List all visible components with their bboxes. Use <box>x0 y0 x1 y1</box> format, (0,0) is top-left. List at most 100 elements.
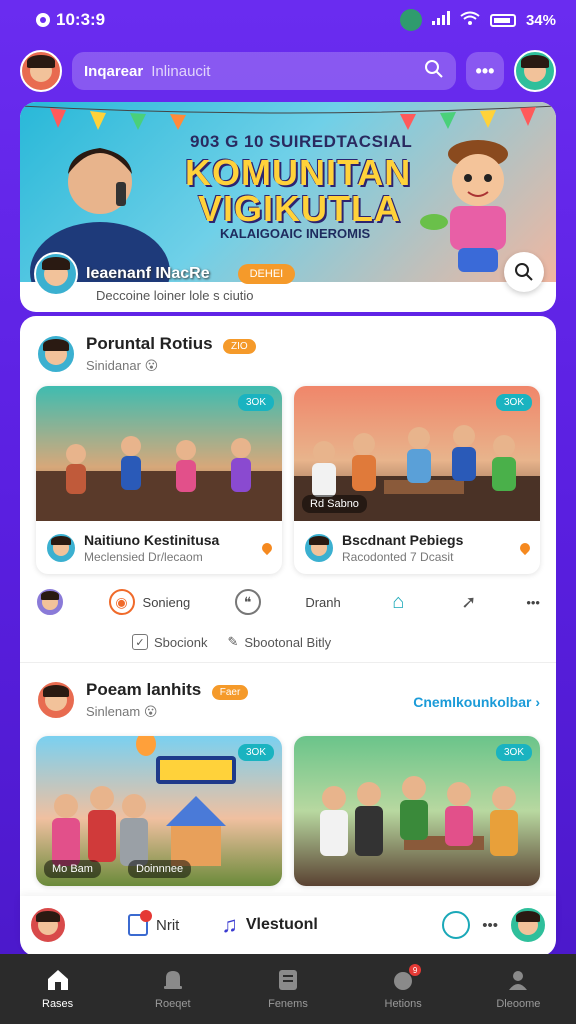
location-icon <box>36 13 50 27</box>
wifi-icon <box>460 11 480 29</box>
home-icon <box>47 970 68 990</box>
hero-title-line1: 903 G 10 SUIREDTACSIAL <box>190 132 413 151</box>
profile-icon <box>509 971 528 990</box>
tile-tag: 3OK <box>237 394 274 411</box>
more-icon: ••• <box>475 60 495 81</box>
screen-icon: ⌂ <box>392 590 405 613</box>
search-icon <box>515 263 533 281</box>
checkbox-icon: ✓ <box>132 634 148 650</box>
share-icon: ➚ <box>461 591 477 612</box>
post-title: Poeam lanhits <box>86 680 202 699</box>
tile-tag: 3OK <box>495 394 532 411</box>
bottom-navigation: Rases Roeqet Fenems 9 Hetions Dleoome <box>0 954 576 1024</box>
notepad-icon <box>128 910 152 936</box>
post-header: Poeam lanhits Faer Sinlenam 😮 <box>36 680 249 720</box>
signal-icon <box>431 11 450 29</box>
tile-image: 3OK <box>294 736 540 886</box>
feed-panel: Poruntal Rotius ZIO Sinidanar 😮 3OK Nait… <box>20 316 556 956</box>
post-tile[interactable]: 3OK <box>294 736 540 886</box>
app-icon <box>399 9 422 31</box>
share-button[interactable]: ➚ <box>456 589 482 615</box>
tile-tag: 3OK <box>495 744 532 761</box>
alarm-icon[interactable] <box>442 911 471 939</box>
post-title: Poruntal Rotius <box>86 334 213 353</box>
post-subtitle: Sinlenam 😮 <box>86 704 158 719</box>
post-tile[interactable]: 3OK Rd Sabno Bscdnant Pebiegs Racodonted… <box>294 386 540 574</box>
post-subtitle: Sinidanar 😮 <box>86 358 159 373</box>
post-author-avatar[interactable] <box>36 680 76 720</box>
tile-image: 3OK <box>36 386 282 521</box>
notification-badge: 9 <box>409 964 422 976</box>
tile-meta: Meclensied Dr/lecaom <box>84 549 203 564</box>
quote-button[interactable]: ❝ <box>234 589 261 615</box>
emoji-icon: 😮 <box>144 358 159 373</box>
subaction-edit[interactable]: ✎ Sbootonal Bitly <box>227 634 331 650</box>
nav-home[interactable]: Rases <box>18 968 98 1010</box>
post-actions: ◉ Sonieng ❝ Dranh ⌂ ➚ ••• <box>36 588 540 616</box>
tile-sub-label: Doinnnee <box>128 860 192 878</box>
subaction-check[interactable]: ✓ Sbocionk <box>132 634 207 650</box>
bell-icon <box>163 971 182 989</box>
post-more-link[interactable]: Cnemlkounkolbar › <box>413 694 540 710</box>
more-icon[interactable]: ••• <box>482 917 498 934</box>
nav-profile[interactable]: Dleoome <box>478 968 558 1010</box>
more-icon: ••• <box>526 594 540 610</box>
post-tile[interactable]: 3OK Naitiuno Kestinitusa Meclensied Dr/l… <box>36 386 282 574</box>
battery-icon <box>489 13 516 27</box>
quote-icon: ❝ <box>234 589 261 615</box>
action-avatar[interactable] <box>36 588 64 616</box>
sub-actions: ✓ Sbocionk ✎ Sbootonal Bitly <box>132 634 331 650</box>
tile-label: Mo Bam <box>44 860 101 878</box>
mini-profile-avatar[interactable] <box>510 907 546 943</box>
search-input[interactable]: Inqarear Inlinaucit <box>72 52 456 90</box>
edit-icon: ✎ <box>227 634 239 649</box>
mini-avatar[interactable] <box>30 907 66 943</box>
comment-button[interactable]: ◉ Sonieng <box>108 589 190 615</box>
more-button[interactable]: ••• <box>526 595 540 610</box>
post-badge: Faer <box>211 685 249 700</box>
status-time: 10:3:9 <box>56 10 106 29</box>
nav-requests[interactable]: Roeqet <box>133 968 213 1010</box>
hero-search-button[interactable] <box>504 252 544 292</box>
hero-subtitle: KALAIGOAIC INEROMIS <box>220 226 371 241</box>
profile-avatar[interactable] <box>514 50 556 92</box>
screen-button[interactable]: ⌂ <box>385 589 411 615</box>
user-avatar[interactable] <box>20 50 62 92</box>
post-badge: ZIO <box>223 339 256 354</box>
tile-avatar <box>304 532 334 563</box>
hero-card[interactable]: 903 G 10 SUIREDTACSIAL KOMUNITAN VIGIKUT… <box>20 102 556 312</box>
nav-actions[interactable]: 9 Hetions <box>363 964 443 1010</box>
top-bar: Inqarear Inlinaucit ••• <box>20 48 556 94</box>
draw-button[interactable]: Dranh <box>305 595 340 610</box>
location-pin-icon[interactable] <box>259 540 275 555</box>
chat-icon: ◉ <box>108 589 135 615</box>
location-pin-icon[interactable] <box>517 540 533 555</box>
tile-tag: 3OK <box>237 744 274 761</box>
post-tile[interactable]: 3OK Mo Bam Doinnnee <box>36 736 282 886</box>
tile-image: 3OK Mo Bam Doinnnee <box>36 736 282 886</box>
music-note-icon: ♫ <box>221 912 238 937</box>
mini-note-button[interactable]: Nrit <box>128 910 179 936</box>
tile-title: Naitiuno Kestinitusa <box>84 531 220 548</box>
divider <box>20 662 556 663</box>
tile-meta: Racodonted 7 Dcasit <box>342 549 454 564</box>
post-header: Poruntal Rotius ZIO Sinidanar 😮 <box>36 334 256 374</box>
mini-music-button[interactable]: ♫ Vlestuonl <box>221 912 318 938</box>
search-icon[interactable] <box>424 59 444 83</box>
hero-tag-button[interactable]: DEHEI <box>237 264 296 284</box>
more-button[interactable]: ••• <box>466 52 504 90</box>
search-placeholder: Inlinaucit <box>151 62 211 80</box>
mini-action-bar: Nrit ♫ Vlestuonl ••• <box>20 896 556 954</box>
tile-image: 3OK Rd Sabno <box>294 386 540 521</box>
hero-avatar[interactable] <box>34 252 78 296</box>
hero-caption: Deccoine loiner lole s ciutio <box>96 288 254 303</box>
post-author-avatar[interactable] <box>36 334 76 374</box>
status-bar: 10:3:9 34% <box>0 0 576 40</box>
tile-title: Bscdnant Pebiegs <box>342 531 464 548</box>
tile-avatar <box>46 532 76 563</box>
doc-icon <box>278 970 297 990</box>
nav-feeds[interactable]: Fenems <box>248 968 328 1010</box>
battery-level: 34% <box>525 11 556 29</box>
hero-title-line3: VIGIKUTLA <box>198 188 401 229</box>
search-label: Inqarear <box>84 62 144 80</box>
